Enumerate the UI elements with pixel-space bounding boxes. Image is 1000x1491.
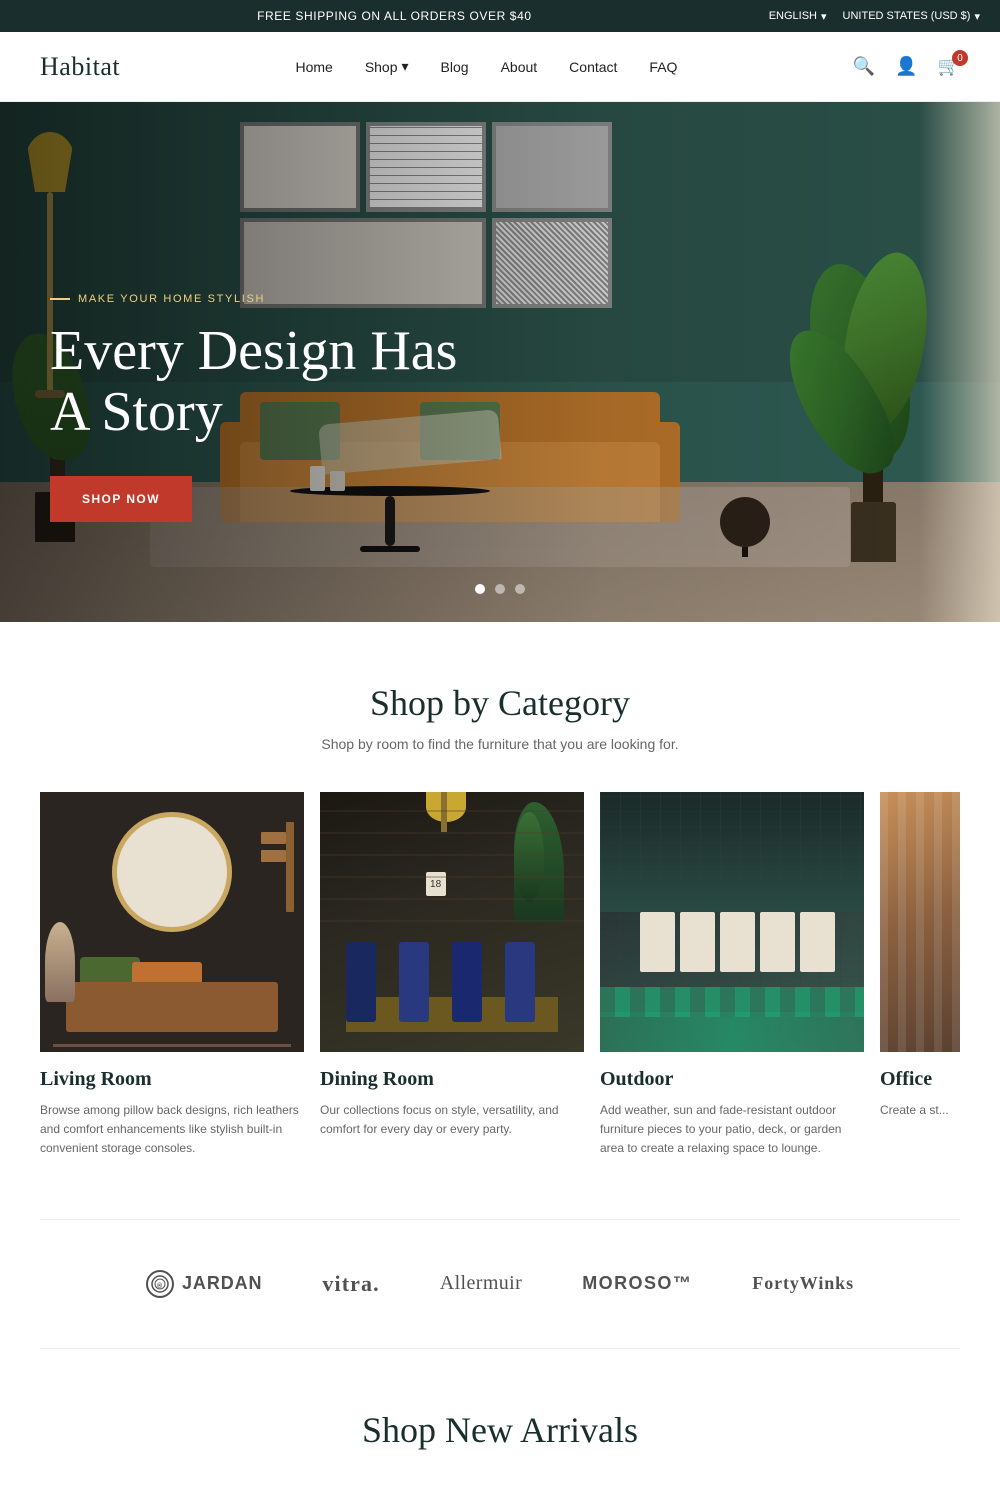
- brand-fortywinks: FortyWinks: [752, 1273, 854, 1294]
- brand-jardan: ® JARDAN: [146, 1270, 262, 1298]
- language-selector[interactable]: ENGLISH ▾: [769, 10, 827, 23]
- language-chevron-icon: ▾: [821, 10, 827, 23]
- category-name-outdoor: Outdoor: [600, 1068, 864, 1091]
- nav-blog[interactable]: Blog: [441, 59, 469, 75]
- category-card-dining-room[interactable]: 18 Dining Room Our collections focus on …: [320, 792, 584, 1159]
- header: Habitat Home Shop ▾ Blog About Contact F…: [0, 32, 1000, 102]
- category-desc-dining-room: Our collections focus on style, versatil…: [320, 1101, 584, 1139]
- category-desc-outdoor: Add weather, sun and fade-resistant outd…: [600, 1101, 864, 1159]
- main-nav: Home Shop ▾ Blog About Contact FAQ: [295, 58, 677, 75]
- category-grid: Living Room Browse among pillow back des…: [40, 792, 960, 1159]
- search-icon[interactable]: 🔍: [853, 56, 875, 77]
- hero-section: MAKE YOUR HOME STYLISH Every Design Has …: [0, 102, 1000, 622]
- jardan-icon: ®: [146, 1270, 174, 1298]
- nav-about[interactable]: About: [501, 59, 538, 75]
- category-name-dining-room: Dining Room: [320, 1068, 584, 1091]
- category-desc-office: Create a st...: [880, 1101, 960, 1120]
- category-image-outdoor: [600, 792, 864, 1052]
- category-image-office: [880, 792, 960, 1052]
- shop-now-button[interactable]: SHOP NOW: [50, 476, 192, 522]
- hero-dots: [475, 584, 525, 594]
- cart-button[interactable]: 🛒 0: [938, 56, 960, 77]
- hero-dot-2[interactable]: [495, 584, 505, 594]
- site-logo[interactable]: Habitat: [40, 52, 120, 82]
- hero-subtitle: MAKE YOUR HOME STYLISH: [50, 293, 490, 305]
- section-header: Shop by Category Shop by room to find th…: [40, 682, 960, 752]
- jardan-label: JARDAN: [182, 1273, 262, 1294]
- category-card-outdoor[interactable]: Outdoor Add weather, sun and fade-resist…: [600, 792, 864, 1159]
- hero-dot-3[interactable]: [515, 584, 525, 594]
- category-image-dining-room: 18: [320, 792, 584, 1052]
- category-section-subtitle: Shop by room to find the furniture that …: [40, 736, 960, 752]
- hero-title: Every Design Has A Story: [50, 321, 490, 444]
- brands-row: ® JARDAN vitra. Allermuir MOROSO™ FortyW…: [40, 1270, 960, 1298]
- nav-shop[interactable]: Shop ▾: [365, 58, 409, 75]
- category-card-office[interactable]: Office Create a st...: [880, 792, 960, 1159]
- brand-moroso: MOROSO™: [582, 1273, 692, 1294]
- nav-home[interactable]: Home: [295, 59, 332, 75]
- shop-chevron-icon: ▾: [402, 58, 409, 75]
- currency-selector[interactable]: UNITED STATES (USD $) ▾: [843, 10, 980, 23]
- brands-section: ® JARDAN vitra. Allermuir MOROSO™ FortyW…: [0, 1220, 1000, 1348]
- jardan-svg: ®: [150, 1274, 170, 1294]
- user-icon[interactable]: 👤: [895, 56, 917, 77]
- nav-contact[interactable]: Contact: [569, 59, 617, 75]
- shop-by-category-section: Shop by Category Shop by room to find th…: [0, 622, 1000, 1219]
- arrivals-section: Shop New Arrivals: [0, 1349, 1000, 1491]
- top-bar-right: ENGLISH ▾ UNITED STATES (USD $) ▾: [769, 10, 980, 23]
- brand-vitra: vitra.: [322, 1271, 379, 1297]
- top-bar: FREE SHIPPING ON ALL ORDERS OVER $40 ENG…: [0, 0, 1000, 32]
- category-name-living-room: Living Room: [40, 1068, 304, 1091]
- cart-badge: 0: [952, 50, 968, 66]
- shipping-notice: FREE SHIPPING ON ALL ORDERS OVER $40: [20, 9, 769, 23]
- header-icons: 🔍 👤 🛒 0: [853, 56, 960, 77]
- category-image-living-room: [40, 792, 304, 1052]
- category-desc-living-room: Browse among pillow back designs, rich l…: [40, 1101, 304, 1159]
- hero-dot-1[interactable]: [475, 584, 485, 594]
- category-section-title: Shop by Category: [40, 682, 960, 724]
- category-card-living-room[interactable]: Living Room Browse among pillow back des…: [40, 792, 304, 1159]
- category-name-office: Office: [880, 1068, 960, 1091]
- arrivals-title: Shop New Arrivals: [40, 1409, 960, 1451]
- currency-chevron-icon: ▾: [974, 10, 980, 23]
- hero-content: MAKE YOUR HOME STYLISH Every Design Has …: [50, 293, 490, 522]
- brand-allermuir: Allermuir: [440, 1272, 522, 1295]
- svg-text:®: ®: [157, 1282, 163, 1290]
- nav-faq[interactable]: FAQ: [649, 59, 677, 75]
